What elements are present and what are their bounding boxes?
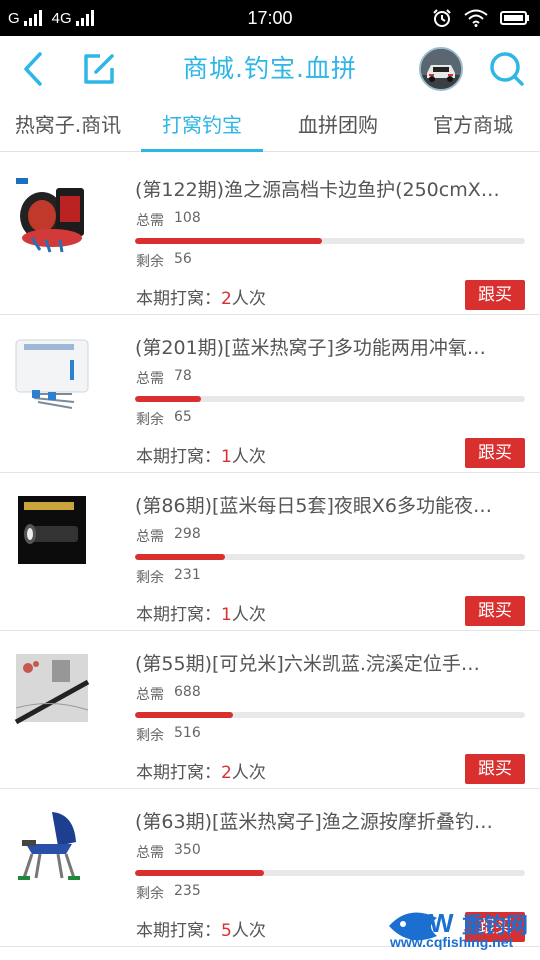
product-title[interactable]: (第63期)[蓝米热窝子]渔之源按摩折叠钓…: [135, 807, 530, 834]
total-need-value: 78: [174, 368, 192, 384]
count-suffix: 人次: [231, 605, 266, 625]
product-list[interactable]: (第122期)渔之源高档卡边鱼护(250cmX… 总需 108 剩余 56 本期…: [0, 152, 540, 960]
total-need-value: 298: [174, 526, 201, 542]
remaining-label: 剩余: [136, 728, 164, 744]
remaining-value: 56: [174, 251, 192, 267]
count-suffix: 人次: [231, 763, 266, 783]
progress-fill: [135, 870, 264, 876]
car-photo-icon: [421, 49, 461, 89]
product-image-fish-net: [12, 174, 92, 254]
count-number: 5: [221, 921, 232, 941]
total-need-label: 总需: [136, 529, 164, 545]
total-need-value: 688: [174, 684, 201, 700]
product-title[interactable]: (第201期)[蓝米热窝子]多功能两用冲氧…: [135, 333, 530, 360]
total-need-value: 108: [174, 210, 201, 226]
tab-group-buy[interactable]: 血拼团购: [275, 102, 401, 152]
participation-count: 本期打窝：1人次: [136, 600, 266, 625]
list-item[interactable]: (第86期)[蓝米每日5套]夜眼X6多功能夜… 总需 298 剩余 231 本期…: [0, 474, 540, 631]
progress-bar: [135, 712, 525, 718]
alarm-icon: [433, 9, 451, 27]
app-header: 商城.钓宝.血拼: [0, 36, 540, 102]
remaining-label: 剩余: [136, 412, 164, 428]
tab-fishing-treasure[interactable]: 打窝钓宝: [141, 102, 263, 153]
tab-hot-news[interactable]: 热窝子.商讯: [0, 102, 136, 152]
remaining-value: 231: [174, 567, 201, 583]
edit-icon: [84, 54, 114, 84]
product-image-aerator: [12, 332, 92, 412]
count-number: 2: [221, 289, 232, 309]
tab-label: 血拼团购: [298, 113, 378, 137]
search-button[interactable]: [482, 44, 532, 94]
battery-icon: [500, 11, 529, 25]
count-suffix: 人次: [231, 447, 266, 467]
remaining-label: 剩余: [136, 254, 164, 270]
progress-bar: [135, 396, 525, 402]
count-number: 1: [221, 605, 232, 625]
compose-button[interactable]: [74, 44, 124, 94]
participation-count: 本期打窝：2人次: [136, 284, 266, 309]
total-need-label: 总需: [136, 845, 164, 861]
avatar[interactable]: [419, 47, 463, 91]
product-image-fishing-rod: [12, 648, 92, 728]
product-title[interactable]: (第86期)[蓝米每日5套]夜眼X6多功能夜…: [135, 491, 530, 518]
list-item[interactable]: (第122期)渔之源高档卡边鱼护(250cmX… 总需 108 剩余 56 本期…: [0, 158, 540, 315]
follow-buy-button[interactable]: 跟买: [465, 280, 525, 310]
participation-count: 本期打窝：5人次: [136, 916, 266, 941]
count-prefix: 本期打窝：: [136, 447, 221, 467]
list-item[interactable]: (第201期)[蓝米热窝子]多功能两用冲氧… 总需 78 剩余 65 本期打窝：…: [0, 316, 540, 473]
product-image-fishing-chair: [12, 806, 92, 886]
list-item[interactable]: (第55期)[可兑米]六米凯蓝.浣溪定位手… 总需 688 剩余 516 本期打…: [0, 632, 540, 789]
tab-label: 官方商城: [433, 113, 513, 137]
participation-count: 本期打窝：2人次: [136, 758, 266, 783]
chevron-left-icon: [24, 52, 42, 86]
follow-buy-button[interactable]: 跟买: [465, 754, 525, 784]
total-need-label: 总需: [136, 213, 164, 229]
product-image-flashlight: [12, 490, 92, 570]
progress-fill: [135, 554, 225, 560]
page-title: 商城.钓宝.血拼: [183, 54, 357, 83]
progress-bar: [135, 870, 525, 876]
progress-bar: [135, 554, 525, 560]
count-suffix: 人次: [231, 289, 266, 309]
follow-buy-button[interactable]: 跟买: [465, 596, 525, 626]
progress-bar: [135, 238, 525, 244]
progress-fill: [135, 396, 202, 402]
follow-buy-button[interactable]: 跟买: [465, 438, 525, 468]
total-need-label: 总需: [136, 687, 164, 703]
total-need-label: 总需: [136, 371, 164, 387]
total-need-value: 350: [174, 842, 201, 858]
product-title[interactable]: (第122期)渔之源高档卡边鱼护(250cmX…: [135, 175, 530, 202]
wifi-icon: [464, 9, 488, 27]
tab-label: 打窝钓宝: [162, 113, 242, 137]
status-right: [432, 0, 530, 36]
count-prefix: 本期打窝：: [136, 605, 221, 625]
remaining-value: 65: [174, 409, 192, 425]
progress-fill: [135, 238, 323, 244]
product-title[interactable]: (第55期)[可兑米]六米凯蓝.浣溪定位手…: [135, 649, 530, 676]
remaining-value: 235: [174, 883, 201, 899]
watermark-url: www.cqfishing.net: [390, 934, 514, 950]
tab-label: 热窝子.商讯: [14, 113, 122, 137]
tab-bar: 热窝子.商讯 打窝钓宝 血拼团购 官方商城: [0, 102, 540, 153]
remaining-label: 剩余: [136, 570, 164, 586]
progress-fill: [135, 712, 233, 718]
count-prefix: 本期打窝：: [136, 921, 221, 941]
remaining-value: 516: [174, 725, 201, 741]
count-suffix: 人次: [231, 921, 266, 941]
count-number: 1: [221, 447, 232, 467]
count-number: 2: [221, 763, 232, 783]
search-icon: [490, 52, 524, 86]
tab-official-store[interactable]: 官方商城: [410, 102, 536, 152]
back-button[interactable]: [8, 44, 58, 94]
participation-count: 本期打窝：1人次: [136, 442, 266, 467]
remaining-label: 剩余: [136, 886, 164, 902]
count-prefix: 本期打窝：: [136, 763, 221, 783]
status-bar: G 4G 17:00: [0, 0, 540, 36]
count-prefix: 本期打窝：: [136, 289, 221, 309]
